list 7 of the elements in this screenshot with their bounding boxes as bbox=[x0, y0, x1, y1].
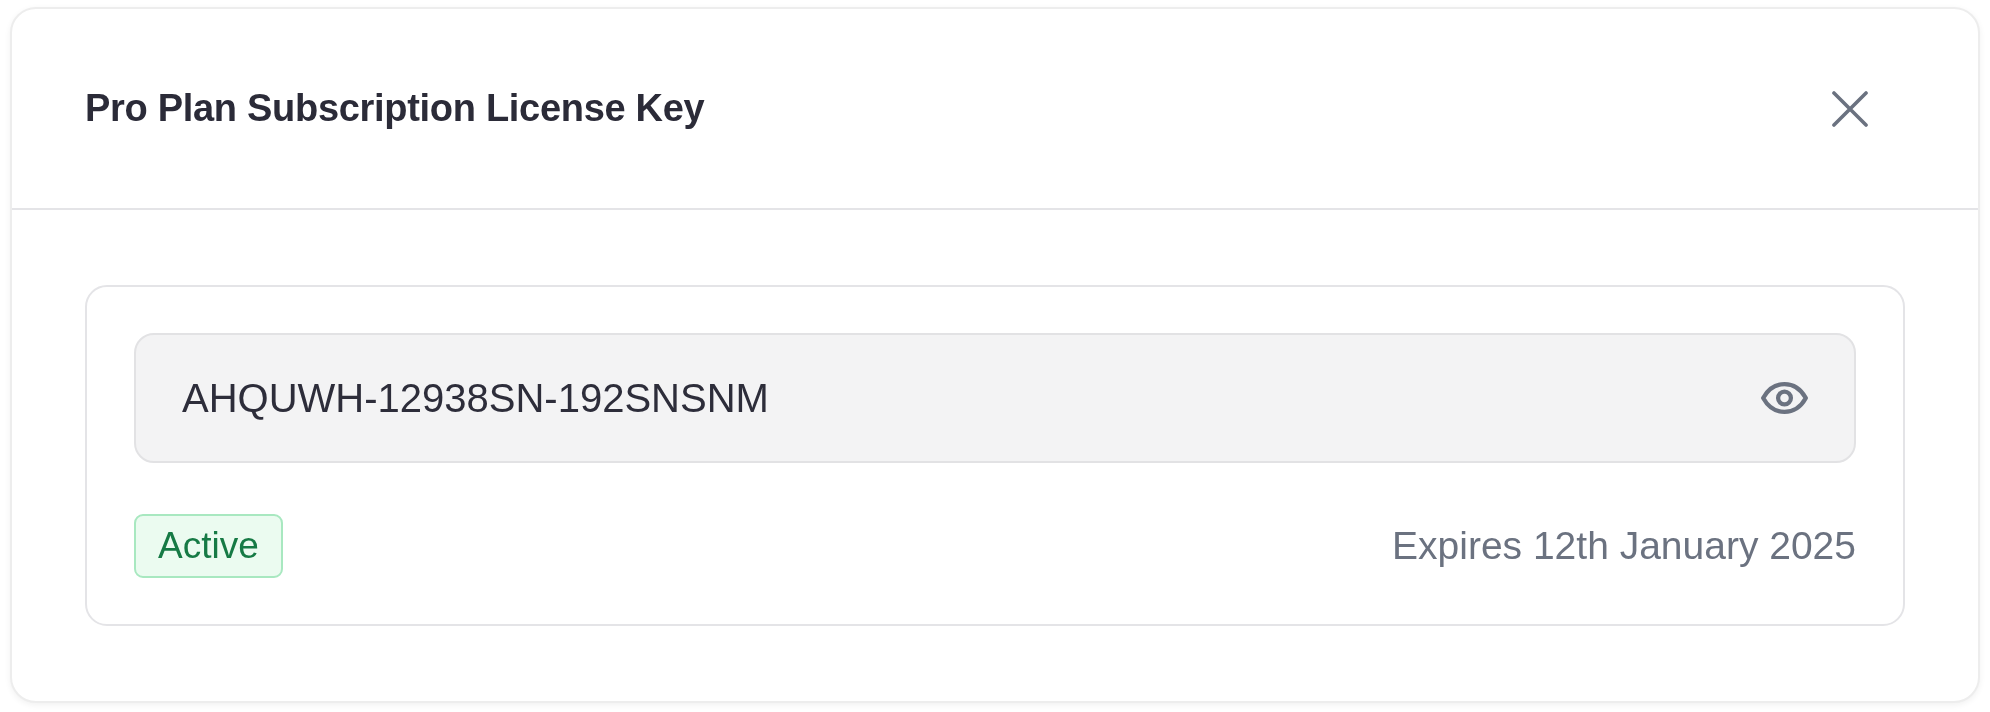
license-key-field[interactable]: AHQUWH-12938SN-192SNSNM bbox=[134, 333, 1856, 463]
status-badge: Active bbox=[134, 514, 283, 578]
reveal-key-button[interactable] bbox=[1761, 382, 1808, 414]
eye-icon bbox=[1761, 382, 1808, 414]
expiry-text: Expires 12th January 2025 bbox=[1392, 522, 1856, 569]
dialog-title: Pro Plan Subscription License Key bbox=[85, 85, 705, 131]
close-icon bbox=[1832, 90, 1868, 127]
